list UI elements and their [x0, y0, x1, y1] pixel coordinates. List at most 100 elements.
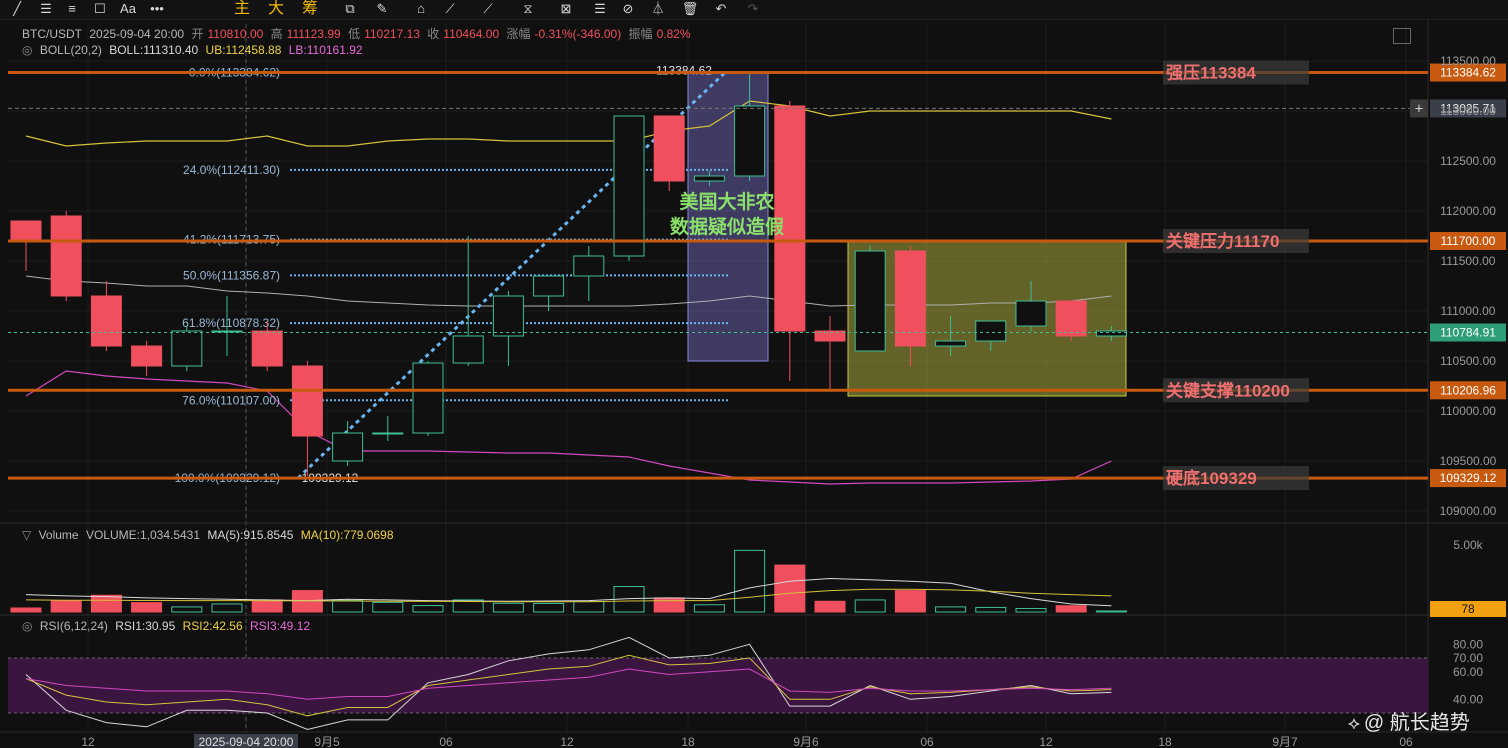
- boll-settings-icon[interactable]: ◎: [22, 43, 32, 57]
- volume-bar: [332, 599, 364, 613]
- toolbar-tool[interactable]: ⏃: [648, 0, 668, 20]
- volume-name[interactable]: Volume: [39, 528, 79, 542]
- y-tick-label: 112500.00: [1440, 154, 1496, 168]
- toolbar-tool[interactable]: ⧉: [340, 0, 360, 20]
- x-tick-label: 06: [920, 735, 934, 748]
- toolbar-tool[interactable]: 筹: [300, 0, 320, 20]
- change-label: 涨幅: [506, 27, 531, 41]
- boll-legend: ◎ BOLL(20,2) BOLL:111310.40 UB:112458.88…: [22, 43, 367, 57]
- candle-body: [171, 330, 203, 367]
- fullscreen-icon[interactable]: [1393, 28, 1411, 44]
- candle-body: [10, 220, 42, 242]
- candle-body: [613, 115, 645, 257]
- add-alert-icon: +: [1415, 100, 1424, 117]
- rsi3-value: RSI3:49.12: [250, 619, 311, 633]
- toolbar-tool[interactable]: ⊠: [556, 0, 576, 20]
- price-chart[interactable]: 0.0%(113384.62)24.0%(112411.30)41.2%(111…: [0, 20, 1508, 748]
- volume-bar: [1055, 605, 1087, 613]
- candle-body: [90, 295, 122, 347]
- annotation-line-2: 数据疑似造假: [670, 215, 784, 238]
- symbol-label[interactable]: BTC/USDT: [22, 27, 82, 41]
- x-tick-label: 9月7: [1272, 735, 1298, 748]
- toolbar-tool[interactable]: ⟋: [478, 0, 498, 20]
- toolbar-tool[interactable]: ☰: [590, 0, 610, 20]
- volume-bar: [50, 600, 82, 613]
- drawing-toolbar: ╱ ☰ ≡ ☐ Aa ••• 主大筹 ⧉ ✎ ⌂ ⟋ ⟋ ⧖ ⊠ ☰ ⊘ ⏃ 🗑 ↶ ↷: [0, 0, 1508, 20]
- x-tick-label: 2025-09-04 20:00: [199, 735, 294, 748]
- candle-body: [573, 255, 605, 277]
- rsi-settings-icon[interactable]: ◎: [22, 619, 32, 633]
- toolbar-tool[interactable]: ⟋: [440, 0, 460, 20]
- y-tick-label: 111500.00: [1441, 254, 1496, 268]
- boll-ub-value: UB:112458.88: [205, 43, 282, 57]
- open-label: 开: [191, 27, 204, 41]
- logo-icon: ⟡: [1348, 713, 1360, 733]
- low-value: 110217.13: [364, 27, 420, 41]
- toolbar-tool[interactable]: ╱: [8, 0, 26, 20]
- volume-ma5-value: MA(5):915.8545: [207, 528, 294, 542]
- y-tick-label: 111000.00: [1441, 304, 1496, 318]
- key-level-label: 强压113384: [1166, 64, 1256, 83]
- x-tick-label: 12: [1039, 735, 1053, 748]
- rsi-name[interactable]: RSI(6,12,24): [40, 619, 108, 633]
- toolbar-tool[interactable]: Aa: [116, 0, 140, 20]
- volume-ma10-value: MA(10):779.0698: [300, 528, 394, 542]
- change-value: -0.31%(-346.00): [534, 27, 622, 41]
- candle-body: [1015, 300, 1047, 327]
- volume-bar: [693, 604, 725, 613]
- price-tag: 109329.12: [1440, 471, 1497, 485]
- x-tick-label: 12: [560, 735, 574, 748]
- author-watermark: ⟡ @ 航长趋势: [1348, 706, 1470, 735]
- close-label: 收: [427, 27, 440, 41]
- x-tick-label: 06: [1399, 735, 1413, 748]
- fib-level-label: 50.0%(111356.87): [183, 268, 280, 282]
- candle-body: [211, 330, 243, 333]
- toolbar-tool[interactable]: 主: [232, 0, 252, 20]
- volume-collapse-icon[interactable]: ▽: [22, 528, 31, 542]
- rsi-y-tick: 80.00: [1453, 637, 1483, 651]
- high-label: 高: [270, 27, 283, 41]
- rsi-band: [8, 658, 1428, 713]
- toolbar-tool[interactable]: ⧖: [518, 0, 538, 20]
- candle-body: [50, 215, 82, 297]
- volume-bar: [975, 606, 1007, 613]
- candle-body: [854, 250, 886, 352]
- candle-body: [533, 275, 565, 297]
- boll-name[interactable]: BOLL(20,2): [40, 43, 102, 57]
- volume-bar: [1095, 610, 1127, 613]
- y-tick-label: 109000.00: [1440, 504, 1497, 518]
- toolbar-tool[interactable]: ↶: [710, 0, 732, 20]
- toolbar-tool[interactable]: 大: [266, 0, 286, 20]
- annotation-line-1: 美国大非农: [679, 190, 774, 213]
- toolbar-tool[interactable]: ☰: [36, 0, 56, 20]
- toolbar-tool[interactable]: ≡: [62, 0, 82, 20]
- volume-bar: [492, 602, 524, 613]
- candle-body: [452, 335, 484, 364]
- x-tick-label: 9月6: [793, 735, 819, 748]
- fib-level-label: 61.8%(110878.32): [182, 316, 280, 330]
- volume-bar: [211, 603, 243, 613]
- toolbar-tool[interactable]: ☐: [90, 0, 110, 20]
- toolbar-tool[interactable]: ✎: [372, 0, 392, 20]
- volume-current-tag: 78: [1461, 602, 1475, 616]
- toolbar-tool[interactable]: •••: [146, 0, 168, 20]
- x-tick-label: 06: [439, 735, 453, 748]
- volume-bar: [90, 594, 122, 613]
- volume-bar: [935, 606, 967, 613]
- toolbar-tool[interactable]: ⊘: [618, 0, 638, 20]
- candle-body: [372, 432, 404, 435]
- toolbar-tool[interactable]: 🗑: [680, 0, 700, 20]
- toolbar-tool[interactable]: ⌂: [410, 0, 432, 20]
- candle-body: [894, 250, 926, 347]
- volume-bar: [854, 599, 886, 613]
- volume-bar: [894, 590, 926, 613]
- boll-mid-value: BOLL:111310.40: [109, 43, 199, 57]
- boll-lb-value: LB:110161.92: [288, 43, 363, 57]
- x-tick-label: 18: [1158, 735, 1172, 748]
- current-price-tag: 110784.91: [1440, 326, 1496, 340]
- toolbar-tool[interactable]: ↷: [742, 0, 764, 20]
- candle-body: [291, 365, 323, 437]
- x-tick-label: 18: [681, 735, 695, 748]
- watermark-text: @ 航长趋势: [1363, 712, 1470, 734]
- amplitude-label: 振幅: [628, 27, 653, 41]
